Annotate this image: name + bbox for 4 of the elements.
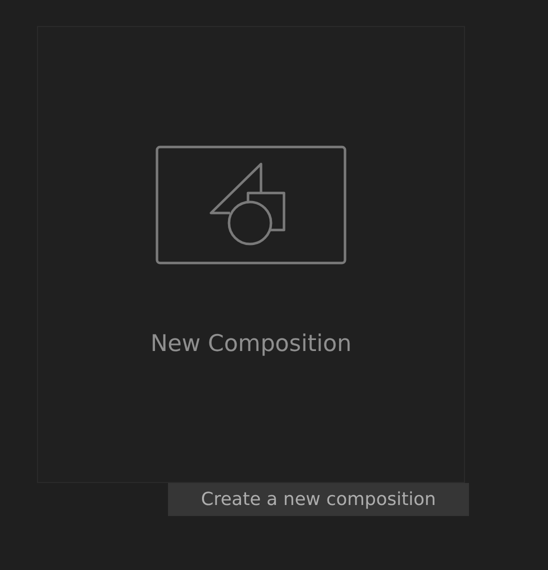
card-title: New Composition	[150, 331, 352, 357]
tooltip: Create a new composition	[168, 483, 469, 516]
composition-icon	[154, 145, 346, 265]
new-composition-card[interactable]: New Composition	[37, 26, 465, 483]
